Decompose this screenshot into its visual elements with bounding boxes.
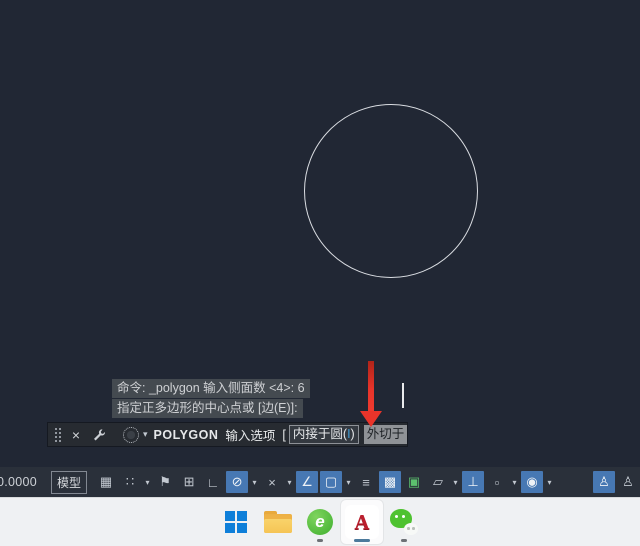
drag-handle-icon[interactable] <box>54 426 62 443</box>
model-space-button[interactable]: 模型 <box>51 470 88 494</box>
autocad-active-indicator <box>354 539 370 542</box>
status-bar-right-group: ♙ ♙ <box>592 471 640 493</box>
command-history-line-1: 命令: _polygon 输入侧面数 <4>: 6 <box>112 379 310 398</box>
object-snap-icon[interactable]: ▢ <box>320 471 343 493</box>
osnap-3d-icon[interactable]: ▱ <box>427 471 449 493</box>
browser-button[interactable]: e <box>299 500 341 544</box>
osnap-tracking-dropdown-icon[interactable]: ▾ <box>284 471 295 493</box>
object-snap-angle-icon[interactable]: ∠ <box>296 471 319 493</box>
red-arrow-head <box>360 411 382 427</box>
status-bar: 0.0000 模型 ▦ ∷ ▾ ⚑ ⊞ ∟ ⊘ ▾ × ▾ ∠ ▢ ▾ ≡ ▩ … <box>0 467 640 497</box>
red-arrow-shaft <box>368 361 374 413</box>
windows-taskbar: e A <box>0 497 640 546</box>
snap-dropdown-icon[interactable]: ▾ <box>142 471 153 493</box>
polar-dropdown-icon[interactable]: ▾ <box>249 471 260 493</box>
infer-constraints-icon[interactable]: ⚑ <box>154 471 176 493</box>
browser-running-indicator <box>317 539 323 542</box>
dynamic-ucs-icon[interactable]: ⊥ <box>462 471 485 493</box>
annotation-visibility-icon[interactable]: ♙ <box>593 471 615 493</box>
option-inscribed-in-circle[interactable]: 内接于圆(I) <box>288 425 359 444</box>
close-icon[interactable]: × <box>67 427 85 443</box>
dynamic-input-icon[interactable]: ⊞ <box>178 471 200 493</box>
drawn-circle[interactable] <box>304 104 478 278</box>
annotation-scale-dropdown-icon[interactable]: ▾ <box>509 471 520 493</box>
gizmo-dropdown-icon[interactable]: ▾ <box>544 471 555 493</box>
wrench-icon[interactable] <box>89 426 109 444</box>
command-history-line-2: 指定正多边形的中心点或 [边(E)]: <box>112 399 303 418</box>
selection-cycling-icon[interactable]: ▣ <box>403 471 425 493</box>
start-button[interactable] <box>215 500 257 544</box>
transparency-icon[interactable]: ▩ <box>379 471 402 493</box>
gizmo-icon[interactable]: ◉ <box>521 471 544 493</box>
autocad-button[interactable]: A <box>341 500 383 544</box>
osnap-tracking-icon[interactable]: × <box>261 471 283 493</box>
active-command-name: POLYGON <box>153 427 219 442</box>
wechat-button[interactable] <box>383 500 425 544</box>
annotation-scale-icon[interactable]: ▫ <box>486 471 508 493</box>
text-cursor <box>402 383 404 408</box>
polar-tracking-icon[interactable]: ⊘ <box>226 471 249 493</box>
osnap-3d-dropdown-icon[interactable]: ▾ <box>450 471 461 493</box>
command-bar[interactable]: × ▾ POLYGON 输入选项 [ 内接于圆(I) 外切于 <box>48 423 408 446</box>
lineweight-icon[interactable]: ≡ <box>355 471 377 493</box>
command-prompt-label: 输入选项 <box>225 429 276 443</box>
recent-command-icon[interactable] <box>123 426 139 443</box>
folder-icon <box>264 511 292 533</box>
drawing-canvas[interactable]: 命令: _polygon 输入侧面数 <4>: 6 指定正多边形的中心点或 [边… <box>0 0 640 467</box>
wechat-running-indicator <box>401 539 407 542</box>
coordinates-display: 0.0000 <box>0 475 38 489</box>
file-explorer-button[interactable] <box>257 500 299 544</box>
red-arrow-annotation <box>359 361 383 429</box>
snap-mode-icon[interactable]: ∷ <box>119 471 141 493</box>
ortho-mode-icon[interactable]: ∟ <box>202 471 224 493</box>
autocad-window: 命令: _polygon 输入侧面数 <4>: 6 指定正多边形的中心点或 [边… <box>0 0 640 546</box>
autocad-icon: A <box>345 505 379 539</box>
options-bracket: [ <box>282 427 286 442</box>
grid-icon[interactable]: ▦ <box>95 471 117 493</box>
windows-logo-icon <box>225 511 247 533</box>
chevron-down-icon[interactable]: ▾ <box>143 429 148 440</box>
browser-icon: e <box>307 509 333 535</box>
object-snap-dropdown-icon[interactable]: ▾ <box>343 471 354 493</box>
autoscale-icon[interactable]: ♙ <box>617 471 639 493</box>
wechat-icon <box>390 509 418 535</box>
